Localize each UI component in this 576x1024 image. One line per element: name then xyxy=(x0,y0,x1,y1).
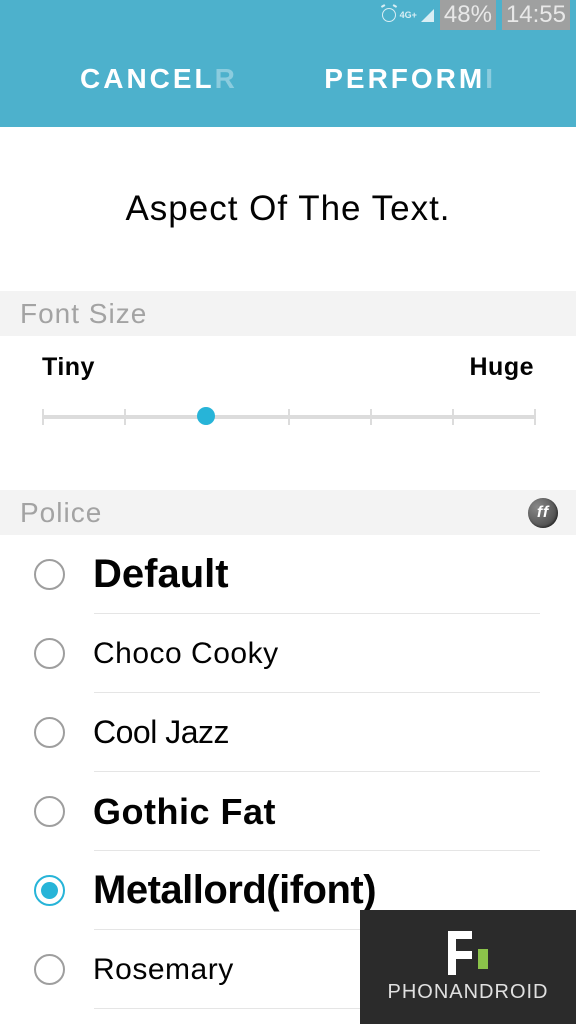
font-size-label: Font Size xyxy=(20,298,147,330)
watermark-brand: PHONANDROID xyxy=(387,981,548,1004)
radio-icon[interactable] xyxy=(34,875,65,906)
signal-icon xyxy=(421,9,434,22)
alarm-icon xyxy=(382,8,396,22)
preview-text: Aspect Of The Text. xyxy=(125,189,450,229)
font-option[interactable]: Gothic Fat xyxy=(34,772,576,851)
slider-min-label: Tiny xyxy=(42,356,95,384)
font-store-icon[interactable]: ff xyxy=(528,498,558,528)
network-type: 4G+ xyxy=(400,10,417,20)
status-bar: 4G+ 48% 14:55 xyxy=(0,0,576,30)
watermark: PHONANDROID xyxy=(360,910,576,1024)
radio-icon[interactable] xyxy=(34,717,65,748)
text-preview: Aspect Of The Text. xyxy=(0,127,576,291)
font-option[interactable]: Cool Jazz xyxy=(34,693,576,772)
cancel-button[interactable]: CANCELR xyxy=(80,63,238,95)
font-option-label: Metallord(ifont) xyxy=(93,868,376,913)
app-header: CANCELR PERFORMI xyxy=(0,30,576,127)
watermark-logo-icon xyxy=(448,931,488,975)
slider-thumb[interactable] xyxy=(197,407,215,425)
font-option-label: Rosemary xyxy=(93,953,234,987)
font-option[interactable]: Choco Cooky xyxy=(34,614,576,693)
perform-label: PERFORM xyxy=(324,63,485,94)
radio-icon[interactable] xyxy=(34,796,65,827)
radio-icon[interactable] xyxy=(34,638,65,669)
font-size-slider-panel: Tiny Huge xyxy=(0,336,576,490)
font-size-section-header: Font Size xyxy=(0,291,576,336)
slider-max-label: Huge xyxy=(470,356,535,384)
font-option-label: Choco Cooky xyxy=(93,637,279,671)
cancel-label: CANCEL xyxy=(80,63,215,94)
font-option[interactable]: Default xyxy=(34,535,576,614)
font-size-slider[interactable] xyxy=(42,406,534,426)
police-section-header: Police ff xyxy=(0,490,576,535)
font-option-label: Gothic Fat xyxy=(93,791,276,833)
radio-icon[interactable] xyxy=(34,559,65,590)
font-option-label: Default xyxy=(93,552,229,597)
police-label: Police xyxy=(20,497,102,529)
perform-button[interactable]: PERFORMI xyxy=(324,63,496,95)
battery-percent: 48% xyxy=(440,0,496,30)
clock: 14:55 xyxy=(502,0,570,30)
font-option-label: Cool Jazz xyxy=(93,714,229,751)
radio-icon[interactable] xyxy=(34,954,65,985)
